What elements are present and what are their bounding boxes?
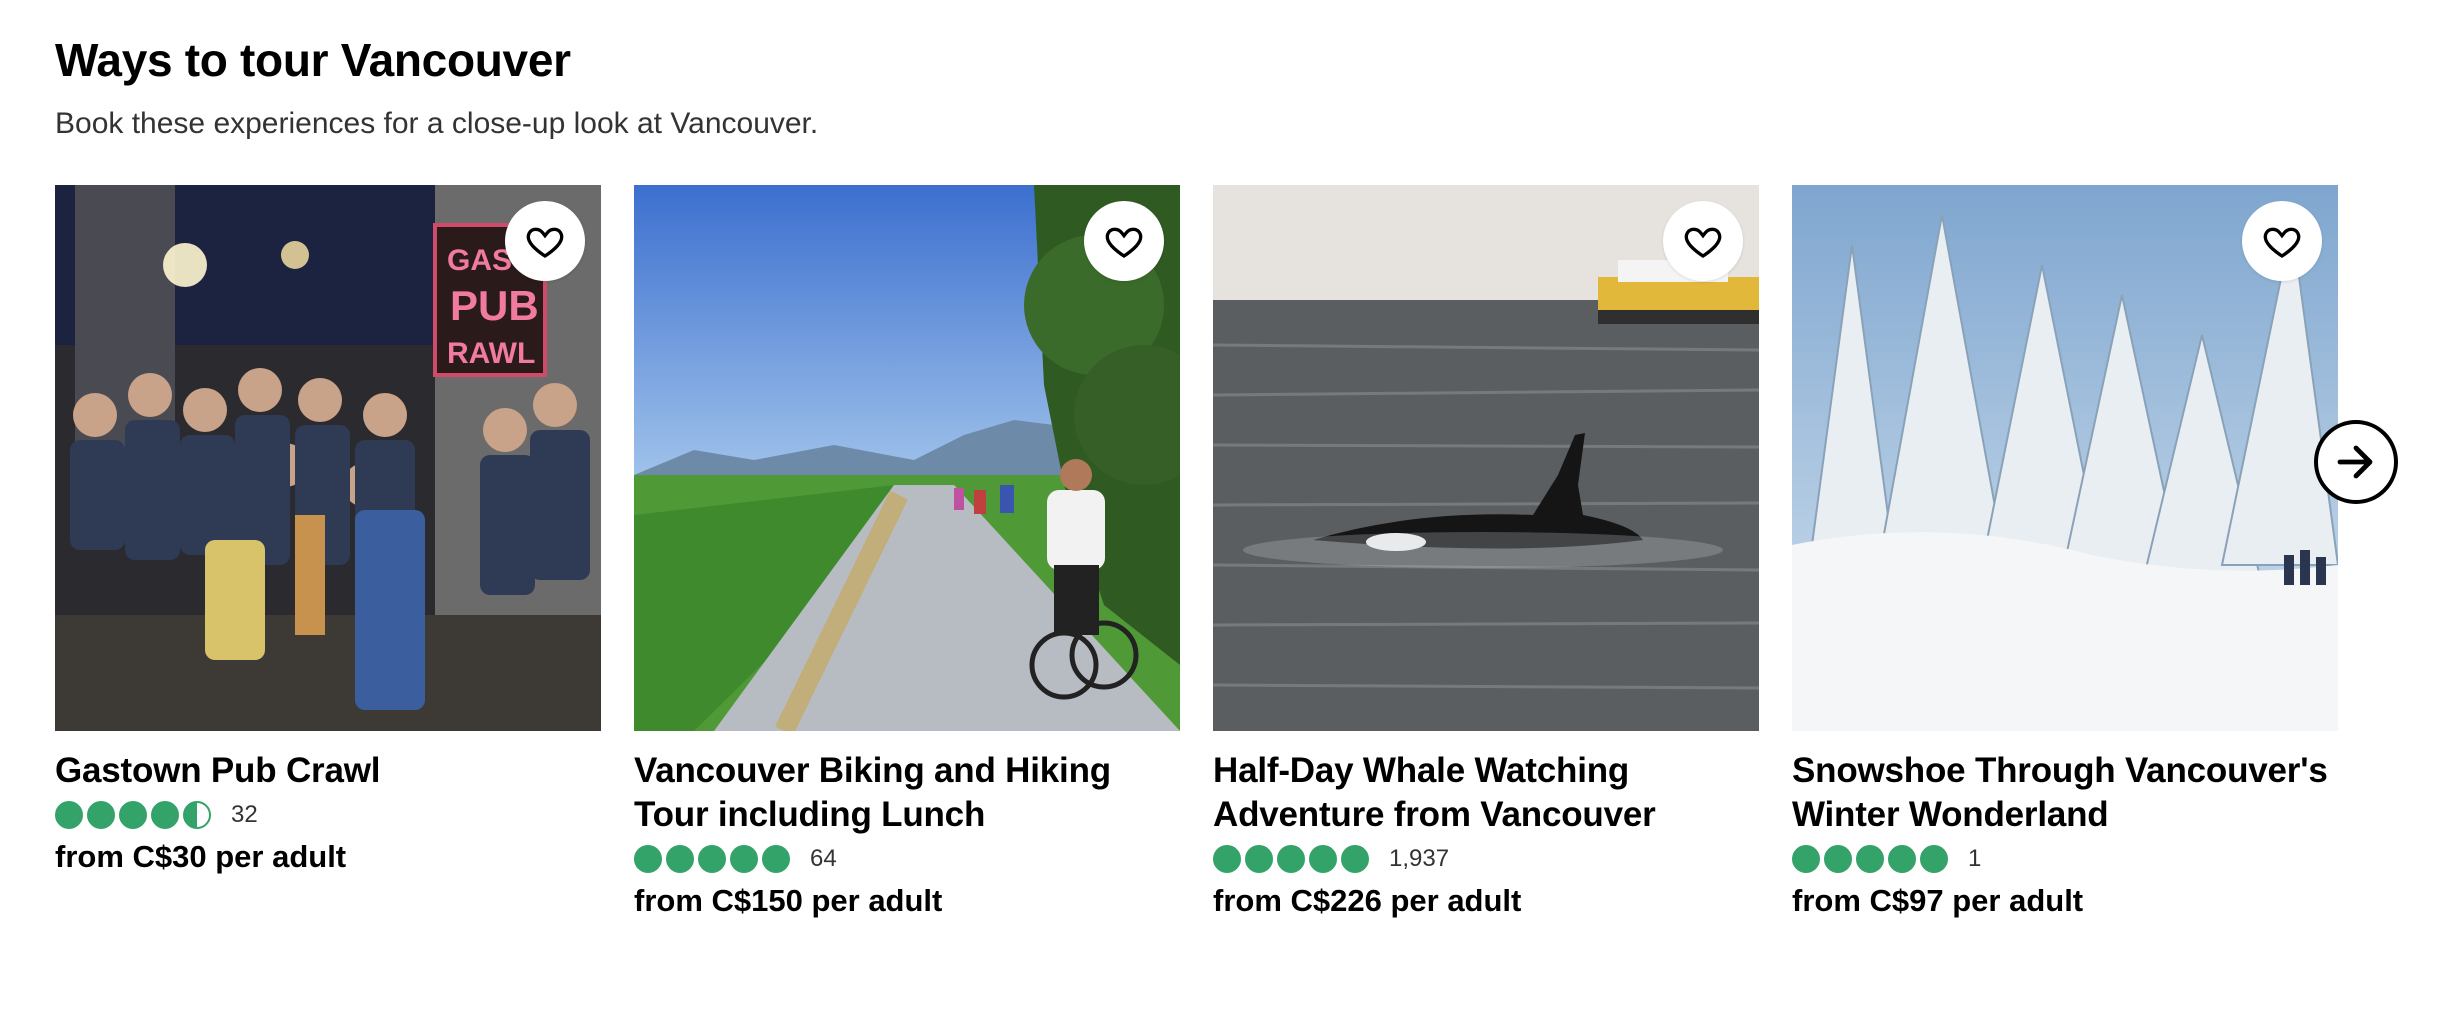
rating-bubble-icon xyxy=(1309,845,1337,873)
tour-price: from C$30 per adult xyxy=(55,839,347,874)
tour-price: from C$226 per adult xyxy=(1213,883,1522,918)
review-count: 32 xyxy=(231,801,258,828)
rating-bubble-icon xyxy=(1792,845,1820,873)
review-count: 1 xyxy=(1968,845,1982,872)
tour-price: from C$150 per adult xyxy=(634,883,943,918)
tour-photo[interactable]: GAST PUB RAWL xyxy=(55,185,601,731)
rating-bubble-icon xyxy=(762,845,790,873)
tour-photo[interactable] xyxy=(1213,185,1759,731)
tour-photo[interactable] xyxy=(634,185,1180,731)
rating: 1,937 xyxy=(1213,841,1759,877)
rating-bubble-icon xyxy=(1888,845,1916,873)
rating-bubble-icon xyxy=(55,801,83,829)
tours-section: Ways to tour Vancouver Book these experi… xyxy=(55,30,2395,144)
rating-bubble-icon xyxy=(1277,845,1305,873)
carousel-next-button[interactable] xyxy=(2314,420,2398,504)
rating-bubble-icon xyxy=(634,845,662,873)
review-count: 1,937 xyxy=(1389,845,1450,872)
heart-outline-icon xyxy=(526,227,564,258)
tour-card-snowshoe[interactable]: Snowshoe Through Vancouver's Winter Wond… xyxy=(1792,185,2338,923)
tour-card-whale-watching[interactable]: Half-Day Whale Watching Adventure from V… xyxy=(1213,185,1759,923)
section-title: Ways to tour Vancouver xyxy=(55,34,571,86)
tour-photo[interactable] xyxy=(1792,185,2338,731)
favorite-button[interactable] xyxy=(1663,201,1743,281)
rating-half-bubble-icon xyxy=(183,801,211,829)
rating-bubble-icon xyxy=(151,801,179,829)
rating-bubble-icon xyxy=(1824,845,1852,873)
rating-bubble-icon xyxy=(119,801,147,829)
favorite-button[interactable] xyxy=(1084,201,1164,281)
tour-price: from C$97 per adult xyxy=(1792,883,2084,918)
heart-outline-icon xyxy=(2263,227,2301,258)
section-subtitle: Book these experiences for a close-up lo… xyxy=(55,107,819,140)
tour-title[interactable]: Snowshoe Through Vancouver's Winter Wond… xyxy=(1792,749,2338,837)
rating-bubble-icon xyxy=(1213,845,1241,873)
tour-card-biking-hiking[interactable]: Vancouver Biking and Hiking Tour includi… xyxy=(634,185,1180,923)
tour-card-gastown-pub-crawl[interactable]: GAST PUB RAWL Gastown Pub Crawl 32 from … xyxy=(55,185,601,879)
rating: 32 xyxy=(55,797,601,833)
svg-text:PUB: PUB xyxy=(450,282,539,329)
rating-bubble-icon xyxy=(1920,845,1948,873)
rating: 1 xyxy=(1792,841,2338,877)
heart-outline-icon xyxy=(1684,227,1722,258)
rating-bubble-icon xyxy=(1856,845,1884,873)
rating-bubble-icon xyxy=(730,845,758,873)
tour-title[interactable]: Gastown Pub Crawl xyxy=(55,749,601,793)
arrow-right-icon xyxy=(2337,445,2373,479)
tour-title[interactable]: Vancouver Biking and Hiking Tour includi… xyxy=(634,749,1180,837)
rating-bubble-icon xyxy=(698,845,726,873)
rating-bubble-icon xyxy=(1341,845,1369,873)
tour-title[interactable]: Half-Day Whale Watching Adventure from V… xyxy=(1213,749,1759,837)
favorite-button[interactable] xyxy=(2242,201,2322,281)
review-count: 64 xyxy=(810,845,837,872)
favorite-button[interactable] xyxy=(505,201,585,281)
svg-text:RAWL: RAWL xyxy=(447,337,535,370)
rating-bubble-icon xyxy=(1245,845,1273,873)
rating: 64 xyxy=(634,841,1180,877)
rating-bubble-icon xyxy=(666,845,694,873)
heart-outline-icon xyxy=(1105,227,1143,258)
rating-bubble-icon xyxy=(87,801,115,829)
